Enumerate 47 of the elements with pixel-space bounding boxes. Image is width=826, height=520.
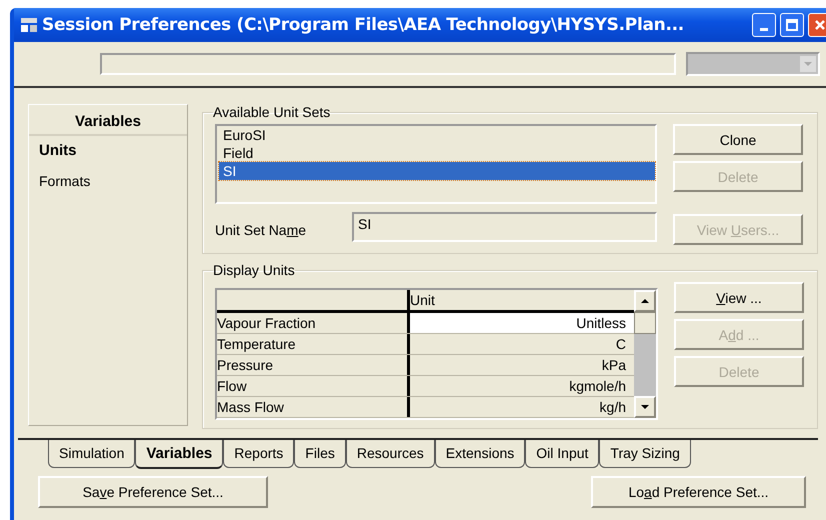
tab[interactable]: Reports <box>223 440 294 468</box>
table-cell: Flow <box>217 376 410 396</box>
minimize-button[interactable] <box>752 13 776 37</box>
table-cell[interactable]: C <box>410 334 634 354</box>
tab[interactable]: Variables <box>135 440 224 469</box>
minimize-icon <box>760 28 768 30</box>
maximize-icon <box>785 18 799 32</box>
list-item[interactable]: SI <box>219 162 655 180</box>
sidebar-item[interactable]: Formats <box>39 170 177 200</box>
table-cell[interactable]: Unitless <box>410 313 634 333</box>
table-cell[interactable]: kgmole/h <box>410 376 634 396</box>
button[interactable]: Load Preference Set... <box>591 476 806 508</box>
app-icon <box>20 17 38 33</box>
table-cell: Temperature <box>217 334 410 354</box>
table-cell[interactable]: kg/h <box>410 397 634 417</box>
table-cell: Pressure <box>217 355 410 375</box>
close-icon <box>813 18 826 32</box>
close-button[interactable] <box>808 13 826 37</box>
maximize-button[interactable] <box>780 13 804 37</box>
dropdown[interactable] <box>686 52 820 76</box>
scroll-up-button[interactable] <box>634 290 656 312</box>
sidebar-item[interactable]: Units <box>39 140 177 170</box>
tab[interactable]: Extensions <box>434 440 526 468</box>
list-box[interactable]: EuroSI Field SI <box>215 124 657 204</box>
table-cell[interactable]: kPa <box>410 355 634 375</box>
button[interactable]: Clone <box>673 124 803 155</box>
scroll-bar[interactable] <box>634 290 656 418</box>
input-field[interactable]: SI <box>352 212 657 242</box>
text-field[interactable] <box>100 53 676 75</box>
list-item[interactable]: EuroSI <box>219 126 655 144</box>
scroll-down-button[interactable] <box>634 396 656 418</box>
group-title: Display Units <box>213 262 295 278</box>
button[interactable]: Save Preference Set... <box>38 476 268 508</box>
tab[interactable]: Oil Input <box>525 440 600 468</box>
scroll-thumb[interactable] <box>634 312 656 334</box>
tab[interactable]: Files <box>294 440 346 468</box>
table-cell: Mass Flow <box>217 397 410 417</box>
window-title: Session Preferences (C:\Program Files\AEA Technology\HYSYS.Plan... <box>42 15 685 35</box>
sidebar-title: Variables <box>29 105 187 136</box>
tab[interactable]: Resources <box>346 440 435 468</box>
tab[interactable]: Tray Sizing <box>599 440 691 468</box>
up-arrow-icon <box>640 298 650 304</box>
down-arrow-icon <box>640 404 650 410</box>
field-label: Unit Set Name <box>215 221 308 238</box>
group-title: Available Unit Sets <box>213 104 330 120</box>
list-item[interactable]: Field <box>219 144 655 162</box>
button[interactable]: View ... <box>674 282 804 313</box>
